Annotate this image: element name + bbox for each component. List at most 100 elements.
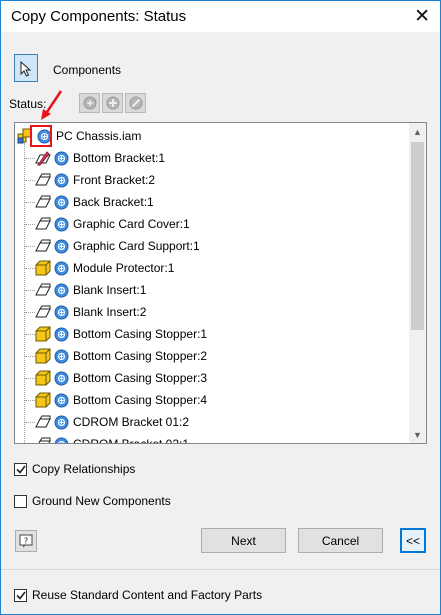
copy-status-icon[interactable] (54, 151, 69, 166)
tree-item[interactable]: CDROM Bracket 01:2 (35, 411, 189, 433)
tree-item[interactable]: Bottom Bracket:1 (35, 147, 165, 169)
part-edit-icon (35, 151, 51, 166)
tree-connector (25, 378, 35, 379)
help-button[interactable]: ? (15, 530, 37, 552)
sheetmetal-part-icon (35, 305, 51, 318)
tree-connector (25, 400, 35, 401)
copy-status-icon[interactable] (54, 393, 69, 408)
tree-connector (25, 334, 35, 335)
tree-item-label: Front Bracket:2 (73, 173, 156, 187)
dialog-title: Copy Components: Status (11, 8, 187, 25)
tree-item-label: CDROM Bracket 02:1 (73, 437, 189, 443)
copy-status-icon (83, 96, 96, 110)
part-icon (35, 370, 51, 386)
copy-relationships-label: Copy Relationships (32, 462, 136, 476)
sheetmetal-part-icon (35, 173, 51, 186)
tree-item[interactable]: Bottom Casing Stopper:4 (35, 389, 207, 411)
reuse-standard-row[interactable]: Reuse Standard Content and Factory Parts (14, 588, 262, 602)
tree-item-label: Bottom Casing Stopper:1 (73, 327, 208, 341)
tree-item-label: CDROM Bracket 01:2 (73, 415, 190, 429)
select-components-button[interactable] (14, 54, 38, 82)
reuse-status-icon (106, 96, 119, 110)
copy-relationships-checkbox[interactable] (14, 462, 27, 476)
copy-components-dialog: Copy Components: Status ✕ Components Sta… (0, 0, 441, 615)
tree-item-label: Graphic Card Cover:1 (73, 217, 190, 231)
ground-new-components-checkbox[interactable] (14, 494, 27, 508)
sheetmetal-part-icon (35, 239, 51, 252)
copy-status-icon[interactable] (54, 195, 69, 210)
help-icon: ? (19, 534, 33, 548)
copy-status-icon[interactable] (54, 239, 69, 254)
title-bar: Copy Components: Status ✕ (1, 1, 440, 32)
tree-item[interactable]: Graphic Card Cover:1 (35, 213, 190, 235)
tree-connector (25, 290, 35, 291)
status-copy-button[interactable] (79, 93, 100, 113)
part-icon (35, 260, 51, 276)
copy-status-icon[interactable] (54, 371, 69, 386)
status-exclude-button[interactable] (125, 93, 146, 113)
scroll-down-arrow[interactable]: ▼ (409, 426, 426, 443)
sheetmetal-part-icon (38, 437, 51, 443)
tree-connector (25, 202, 35, 203)
tree-item[interactable]: Blank Insert:2 (35, 301, 146, 323)
copy-status-icon[interactable] (54, 305, 69, 320)
separator-line (1, 569, 440, 570)
copy-status-icon[interactable] (54, 437, 69, 444)
tree-item[interactable]: CDROM Bracket 02:1 (35, 433, 189, 443)
tree-connector (25, 224, 35, 225)
tree-connector (25, 356, 35, 357)
copy-status-icon[interactable] (54, 415, 69, 430)
copy-status-icon[interactable] (54, 349, 69, 364)
tree-item-label: Graphic Card Support:1 (73, 239, 200, 253)
collapse-button[interactable]: << (400, 528, 426, 553)
sheetmetal-part-icon (35, 415, 51, 428)
checkmark-icon (15, 591, 26, 600)
checkmark-icon (15, 465, 26, 474)
tree-item[interactable]: Bottom Casing Stopper:1 (35, 323, 207, 345)
component-tree[interactable]: PC Chassis.iam Bottom Bracket:1 Front Bra… (14, 122, 427, 444)
part-icon (35, 348, 51, 364)
tree-item-label: Bottom Bracket:1 (73, 151, 166, 165)
tree-item[interactable]: Module Protector:1 (35, 257, 174, 279)
tree-scrollbar[interactable]: ▲ ▼ (409, 123, 426, 443)
status-highlight-box (30, 125, 52, 147)
tree-connector (25, 158, 35, 159)
tree-item-label: Bottom Casing Stopper:4 (73, 393, 208, 407)
reuse-standard-checkbox[interactable] (14, 588, 27, 602)
components-label: Components (53, 63, 122, 77)
ground-new-components-row[interactable]: Ground New Components (14, 494, 171, 508)
copy-status-icon[interactable] (54, 217, 69, 232)
tree-item-label: Blank Insert:2 (73, 305, 147, 319)
tree-connector (25, 180, 35, 181)
copy-status-icon[interactable] (54, 261, 69, 276)
red-arrow-annotation (41, 90, 63, 120)
close-button[interactable]: ✕ (414, 5, 430, 28)
tree-item[interactable]: Blank Insert:1 (35, 279, 146, 301)
cancel-button[interactable]: Cancel (298, 528, 383, 553)
tree-connector (25, 268, 35, 269)
tree-connector (25, 312, 35, 313)
sheetmetal-part-icon (35, 217, 51, 230)
tree-connector (24, 143, 25, 443)
ground-new-components-label: Ground New Components (32, 494, 171, 508)
copy-relationships-row[interactable]: Copy Relationships (14, 462, 135, 476)
exclude-status-icon (129, 96, 142, 110)
sheetmetal-part-icon (35, 195, 51, 208)
copy-status-icon[interactable] (54, 327, 69, 342)
part-icon (35, 392, 51, 408)
part-icon (35, 326, 51, 342)
tree-item-label: Bottom Casing Stopper:2 (73, 349, 208, 363)
tree-item[interactable]: Back Bracket:1 (35, 191, 154, 213)
tree-content: PC Chassis.iam Bottom Bracket:1 Front Bra… (15, 123, 407, 443)
scroll-thumb[interactable] (411, 142, 424, 330)
tree-item[interactable]: Bottom Casing Stopper:3 (35, 367, 207, 389)
next-button[interactable]: Next (201, 528, 286, 553)
copy-status-icon[interactable] (54, 283, 69, 298)
copy-status-icon[interactable] (54, 173, 69, 188)
status-buttons (79, 93, 146, 113)
scroll-up-arrow[interactable]: ▲ (409, 123, 426, 140)
tree-item[interactable]: Graphic Card Support:1 (35, 235, 200, 257)
tree-item[interactable]: Front Bracket:2 (35, 169, 155, 191)
status-reuse-button[interactable] (102, 93, 123, 113)
tree-item[interactable]: Bottom Casing Stopper:2 (35, 345, 207, 367)
